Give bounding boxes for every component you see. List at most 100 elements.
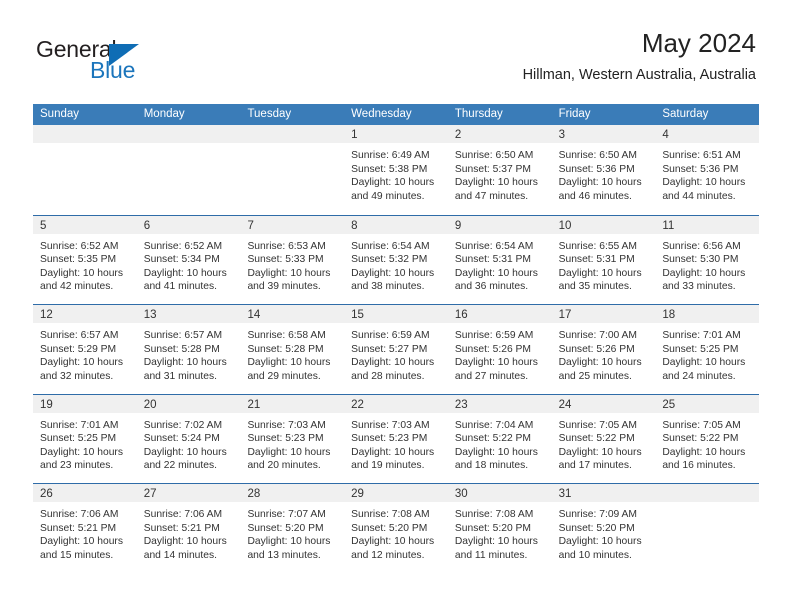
day-cell[interactable]: 26 Sunrise: 7:06 AM Sunset: 5:21 PM Dayligh… xyxy=(33,484,137,573)
day-cell[interactable]: 4 Sunrise: 6:51 AM Sunset: 5:36 PM Daylight… xyxy=(655,125,760,215)
day-cell-details: Sunrise: 7:01 AM Sunset: 5:25 PM Daylight:… xyxy=(33,413,137,473)
day-cell[interactable]: 8 Sunrise: 6:54 AM Sunset: 5:32 PM Daylight… xyxy=(344,215,448,305)
day-cell[interactable]: 9 Sunrise: 6:54 AM Sunset: 5:31 PM Daylight… xyxy=(447,215,552,305)
sunset-text: Sunset: 5:36 PM xyxy=(662,163,739,175)
day-number: 1 xyxy=(351,129,358,141)
day-cell[interactable]: 5 Sunrise: 6:52 AM Sunset: 5:35 PM Daylight… xyxy=(33,215,137,305)
day-cell[interactable]: 30 Sunrise: 7:08 AM Sunset: 5:20 PM Dayligh… xyxy=(447,484,552,573)
day-cell[interactable]: 16 Sunrise: 6:59 AM Sunset: 5:26 PM Dayligh… xyxy=(447,305,552,394)
day-number: 18 xyxy=(662,309,676,321)
day-number-band xyxy=(655,484,760,502)
daylight-text-cont: and 11 minutes. xyxy=(454,549,528,561)
day-cell-details: Sunrise: 6:57 AM Sunset: 5:29 PM Daylight:… xyxy=(33,323,137,383)
daylight-text-cont: and 36 minutes. xyxy=(454,281,529,293)
day-number: 28 xyxy=(247,488,261,500)
day-cell-details: Sunrise: 7:01 AM Sunset: 5:25 PM Daylight:… xyxy=(655,323,759,383)
day-number-band: 26 xyxy=(33,484,137,502)
day-cell[interactable]: 15 Sunrise: 6:59 AM Sunset: 5:27 PM Dayligh… xyxy=(344,305,448,394)
day-number: 21 xyxy=(247,398,261,411)
calendar-grid: Sunday Monday Tuesday Wednesday Thursday Frid… xyxy=(33,104,760,573)
day-cell[interactable]: 3 Sunrise: 6:50 AM Sunset: 5:36 PM Daylight… xyxy=(551,125,656,215)
daylight-text-cont: and 14 minutes. xyxy=(143,549,217,561)
sunset-text: Sunset: 5:32 PM xyxy=(351,254,428,266)
day-number-band: 17 xyxy=(551,305,656,323)
day-number-band: 31 xyxy=(551,484,656,502)
day-number: 25 xyxy=(662,398,676,411)
day-cell-empty xyxy=(240,125,345,215)
day-number-band: 5 xyxy=(33,215,137,234)
day-cell[interactable]: 27 Sunrise: 7:06 AM Sunset: 5:21 PM Dayligh… xyxy=(136,484,241,573)
day-cell-details: Sunrise: 6:53 AM Sunset: 5:33 PM Daylight:… xyxy=(240,234,344,294)
day-cell-details xyxy=(33,143,137,149)
day-cell[interactable]: 7 Sunrise: 6:53 AM Sunset: 5:33 PM Daylight… xyxy=(240,215,345,305)
daylight-text: Daylight: 10 hours xyxy=(40,357,123,369)
day-number-band: 10 xyxy=(551,215,656,234)
daylight-text-cont: and 28 minutes. xyxy=(351,370,425,382)
sunrise-text: Sunrise: 7:08 AM xyxy=(454,509,534,520)
day-cell-details: Sunrise: 6:59 AM Sunset: 5:26 PM Daylight:… xyxy=(448,323,552,383)
day-cell[interactable]: 18 Sunrise: 7:01 AM Sunset: 5:25 PM Dayligh… xyxy=(655,305,760,394)
day-number: 19 xyxy=(40,398,53,411)
day-cell[interactable]: 13 Sunrise: 6:57 AM Sunset: 5:28 PM Dayligh… xyxy=(136,305,241,394)
sunrise-text: Sunrise: 6:54 AM xyxy=(454,240,534,252)
sunrise-text: Sunrise: 7:02 AM xyxy=(143,419,223,431)
day-cell[interactable]: 25 Sunrise: 7:05 AM Sunset: 5:22 PM Dayligh… xyxy=(655,394,760,484)
weekday-header-thursday: Thursday xyxy=(454,108,503,120)
day-cell[interactable]: 20 Sunrise: 7:02 AM Sunset: 5:24 PM Dayligh… xyxy=(136,394,241,484)
sunrise-text: Sunrise: 7:04 AM xyxy=(454,419,534,431)
day-cell[interactable]: 22 Sunrise: 7:03 AM Sunset: 5:23 PM Dayligh… xyxy=(344,394,448,484)
day-number: 16 xyxy=(454,309,468,321)
day-number: 30 xyxy=(454,488,468,500)
day-number-band: 23 xyxy=(447,394,552,413)
day-cell-details: Sunrise: 6:49 AM Sunset: 5:38 PM Daylight:… xyxy=(344,143,448,203)
day-cell[interactable]: 23 Sunrise: 7:04 AM Sunset: 5:22 PM Dayligh… xyxy=(447,394,552,484)
sunset-text: Sunset: 5:23 PM xyxy=(247,433,324,445)
day-number-band: 3 xyxy=(551,125,656,143)
daylight-text-cont: and 16 minutes. xyxy=(662,460,736,472)
daylight-text: Daylight: 10 hours xyxy=(558,267,642,279)
day-cell-details: Sunrise: 6:50 AM Sunset: 5:36 PM Daylight:… xyxy=(552,143,656,203)
day-number: 10 xyxy=(558,219,572,232)
day-cell[interactable]: 17 Sunrise: 7:00 AM Sunset: 5:26 PM Dayligh… xyxy=(551,305,656,394)
day-cell[interactable]: 14 Sunrise: 6:58 AM Sunset: 5:28 PM Dayligh… xyxy=(240,305,345,394)
daylight-text-cont: and 39 minutes. xyxy=(247,281,321,293)
sunset-text: Sunset: 5:31 PM xyxy=(558,254,635,266)
daylight-text: Daylight: 10 hours xyxy=(662,177,746,189)
day-cell[interactable]: 28 Sunrise: 7:07 AM Sunset: 5:20 PM Dayligh… xyxy=(240,484,345,573)
sunrise-text: Sunrise: 6:50 AM xyxy=(558,150,638,161)
daylight-text-cont: and 10 minutes. xyxy=(558,549,632,561)
sunrise-text: Sunrise: 7:06 AM xyxy=(143,509,223,520)
day-cell[interactable]: 10 Sunrise: 6:55 AM Sunset: 5:31 PM Dayligh… xyxy=(551,215,656,305)
sunset-text: Sunset: 5:25 PM xyxy=(40,433,117,445)
day-cell[interactable]: 31 Sunrise: 7:09 AM Sunset: 5:20 PM Dayligh… xyxy=(551,484,656,573)
calendar-week-row: 26 Sunrise: 7:06 AM Sunset: 5:21 PM Dayligh… xyxy=(33,483,760,573)
daylight-text-cont: and 23 minutes. xyxy=(40,460,114,472)
sunset-text: Sunset: 5:22 PM xyxy=(662,433,739,445)
day-cell-details: Sunrise: 6:54 AM Sunset: 5:32 PM Daylight:… xyxy=(344,234,448,294)
page-subtitle: Hillman, Western Australia, Australia xyxy=(522,67,756,83)
day-cell[interactable]: 12 Sunrise: 6:57 AM Sunset: 5:29 PM Dayligh… xyxy=(33,305,137,394)
day-number: 6 xyxy=(143,219,151,232)
day-cell-details: Sunrise: 6:56 AM Sunset: 5:30 PM Daylight:… xyxy=(655,234,759,294)
calendar-week-row: 5 Sunrise: 6:52 AM Sunset: 5:35 PM Daylight… xyxy=(33,214,760,305)
daylight-text-cont: and 42 minutes. xyxy=(40,281,114,293)
sunrise-text: Sunrise: 6:51 AM xyxy=(662,150,741,161)
day-cell-details: Sunrise: 7:08 AM Sunset: 5:20 PM Daylight:… xyxy=(344,502,448,562)
sunset-text: Sunset: 5:25 PM xyxy=(662,343,739,355)
day-cell[interactable]: 21 Sunrise: 7:03 AM Sunset: 5:23 PM Dayligh… xyxy=(240,394,345,484)
day-number-band: 9 xyxy=(447,215,552,234)
day-cell[interactable]: 1 Sunrise: 6:49 AM Sunset: 5:38 PM Daylight… xyxy=(344,125,448,215)
daylight-text-cont: and 18 minutes. xyxy=(454,460,529,472)
day-cell[interactable]: 19 Sunrise: 7:01 AM Sunset: 5:25 PM Dayligh… xyxy=(33,394,137,484)
sunset-text: Sunset: 5:28 PM xyxy=(247,343,324,355)
daylight-text: Daylight: 10 hours xyxy=(662,357,746,369)
day-number-band: 4 xyxy=(655,125,760,143)
day-cell[interactable]: 11 Sunrise: 6:56 AM Sunset: 5:30 PM Dayligh… xyxy=(655,215,760,305)
day-cell[interactable]: 6 Sunrise: 6:52 AM Sunset: 5:34 PM Daylight… xyxy=(136,215,241,305)
daylight-text: Daylight: 10 hours xyxy=(247,267,331,279)
day-number: 22 xyxy=(351,398,364,411)
day-cell[interactable]: 2 Sunrise: 6:50 AM Sunset: 5:37 PM Daylight… xyxy=(447,125,552,215)
day-cell[interactable]: 29 Sunrise: 7:08 AM Sunset: 5:20 PM Dayligh… xyxy=(344,484,448,573)
weekday-header-monday: Monday xyxy=(143,108,185,120)
day-cell[interactable]: 24 Sunrise: 7:05 AM Sunset: 5:22 PM Dayligh… xyxy=(551,394,656,484)
